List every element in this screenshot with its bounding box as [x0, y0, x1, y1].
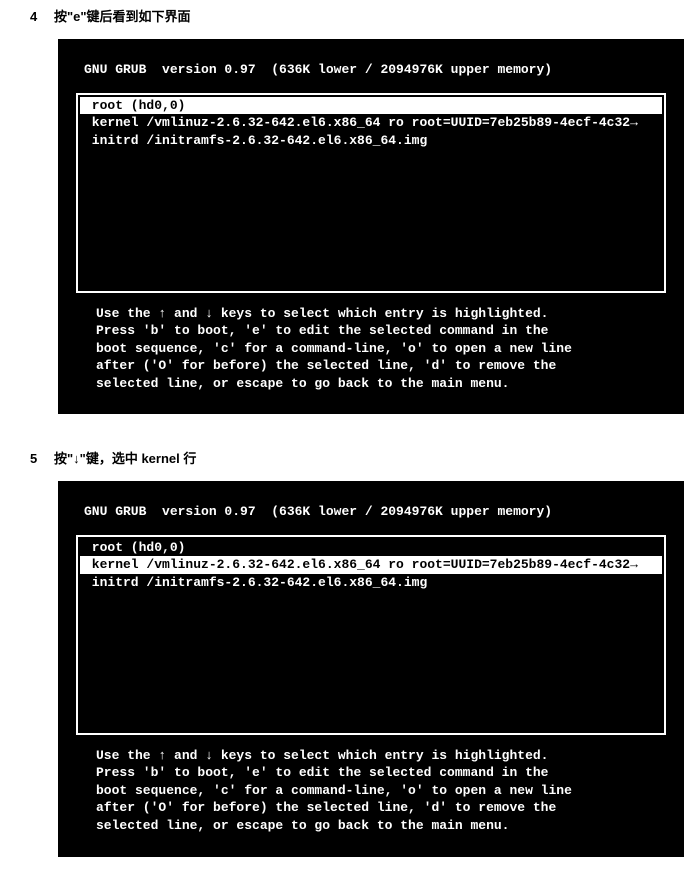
step-4-text: 按"e"键后看到如下界面 — [54, 6, 191, 25]
step-5-header: 5 按"↓"键，选中 kernel 行 — [0, 442, 700, 481]
grub-entry-box: root (hd0,0) kernel /vmlinuz-2.6.32-642.… — [76, 535, 666, 735]
grub-entry-box: root (hd0,0) kernel /vmlinuz-2.6.32-642.… — [76, 93, 666, 293]
step-4-number: 4 — [30, 9, 54, 24]
step-4-header: 4 按"e"键后看到如下界面 — [0, 0, 700, 39]
step-5-text: 按"↓"键，选中 kernel 行 — [54, 448, 196, 467]
step-5-number: 5 — [30, 451, 54, 466]
grub-header: GNU GRUB version 0.97 (636K lower / 2094… — [76, 503, 666, 521]
grub-line-kernel[interactable]: kernel /vmlinuz-2.6.32-642.el6.x86_64 ro… — [80, 114, 662, 132]
grub-line-root[interactable]: root (hd0,0) — [80, 539, 662, 557]
grub-line-initrd[interactable]: initrd /initramfs-2.6.32-642.el6.x86_64.… — [80, 132, 662, 150]
grub-line-initrd[interactable]: initrd /initramfs-2.6.32-642.el6.x86_64.… — [80, 574, 662, 592]
grub-line-root[interactable]: root (hd0,0) — [80, 97, 662, 115]
grub-screen-2: GNU GRUB version 0.97 (636K lower / 2094… — [58, 481, 684, 856]
grub-line-kernel[interactable]: kernel /vmlinuz-2.6.32-642.el6.x86_64 ro… — [80, 556, 662, 574]
grub-header: GNU GRUB version 0.97 (636K lower / 2094… — [76, 61, 666, 79]
grub-help-text: Use the ↑ and ↓ keys to select which ent… — [76, 305, 666, 393]
grub-help-text: Use the ↑ and ↓ keys to select which ent… — [76, 747, 666, 835]
grub-screen-1: GNU GRUB version 0.97 (636K lower / 2094… — [58, 39, 684, 414]
